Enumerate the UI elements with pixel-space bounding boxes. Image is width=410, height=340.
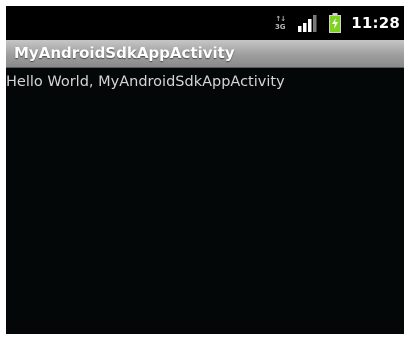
app-title: MyAndroidSdkAppActivity xyxy=(14,44,235,62)
battery-charging-icon xyxy=(329,13,342,33)
signal-strength-icon xyxy=(298,15,317,32)
hello-world-text: Hello World, MyAndroidSdkAppActivity xyxy=(6,74,285,90)
network-type-label: 3G xyxy=(274,23,286,31)
3g-data-icon: ↑↓ 3G xyxy=(274,15,286,31)
status-bar: ↑↓ 3G 11:28 xyxy=(6,6,404,40)
android-screen: ↑↓ 3G 11:28 MyAndroidSdkAppActivity Hell… xyxy=(6,6,404,334)
status-icons: ↑↓ 3G 11:28 xyxy=(273,6,400,40)
activity-content: Hello World, MyAndroidSdkAppActivity xyxy=(6,68,404,334)
status-clock: 11:28 xyxy=(351,14,400,32)
app-title-bar: MyAndroidSdkAppActivity xyxy=(6,40,404,68)
